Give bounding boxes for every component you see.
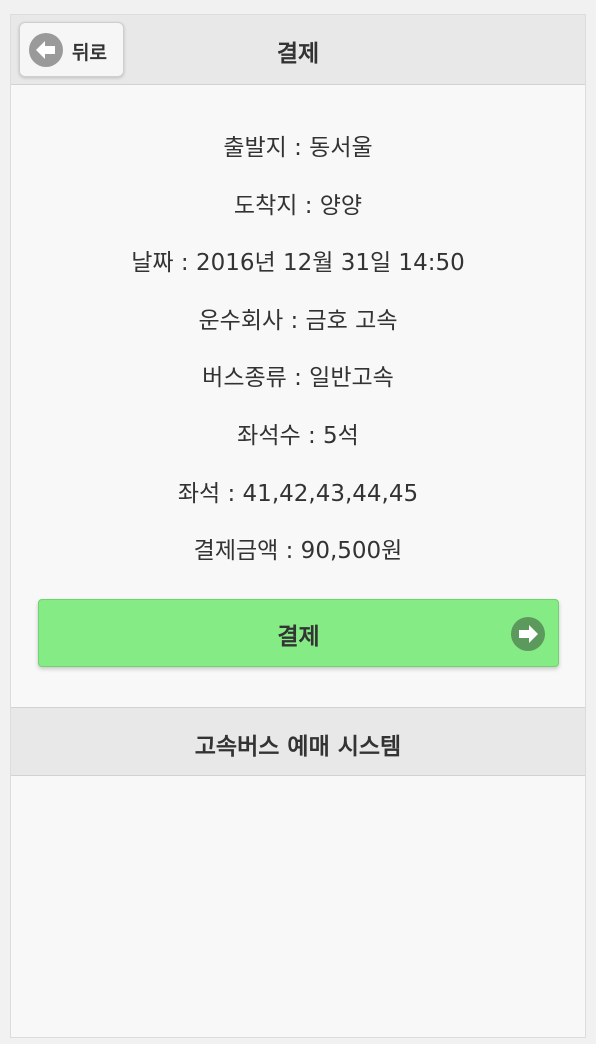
arrow-right-circle-icon	[511, 617, 545, 651]
pay-button[interactable]: 결제	[38, 599, 559, 667]
arrow-left-circle-icon	[29, 33, 63, 67]
back-button[interactable]: 뒤로	[19, 22, 124, 77]
header-bar: 뒤로 결제	[11, 15, 585, 85]
date-text: 날짜 : 2016년 12월 31일 14:50	[131, 250, 465, 276]
bus-type-text: 버스종류 : 일반고속	[202, 365, 394, 391]
payment-summary: 출발지 : 동서울 도착지 : 양양 날짜 : 2016년 12월 31일 14…	[11, 85, 585, 707]
company-text: 운수회사 : 금호 고속	[198, 308, 398, 334]
footer-title: 고속버스 예매 시스템	[194, 734, 402, 760]
arrival-text: 도착지 : 양양	[233, 193, 363, 219]
amount-text: 결제금액 : 90,500원	[193, 538, 403, 564]
seats-text: 좌석 : 41,42,43,44,45	[177, 481, 419, 507]
page-frame: 뒤로 결제 출발지 : 동서울 도착지 : 양양 날짜 : 2016년 12월 …	[10, 14, 586, 1038]
seat-count-text: 좌석수 : 5석	[237, 423, 359, 449]
back-button-label: 뒤로	[72, 42, 107, 64]
footer-bar: 고속버스 예매 시스템	[11, 707, 585, 776]
pay-button-label: 결제	[277, 624, 320, 650]
departure-text: 출발지 : 동서울	[223, 135, 373, 161]
